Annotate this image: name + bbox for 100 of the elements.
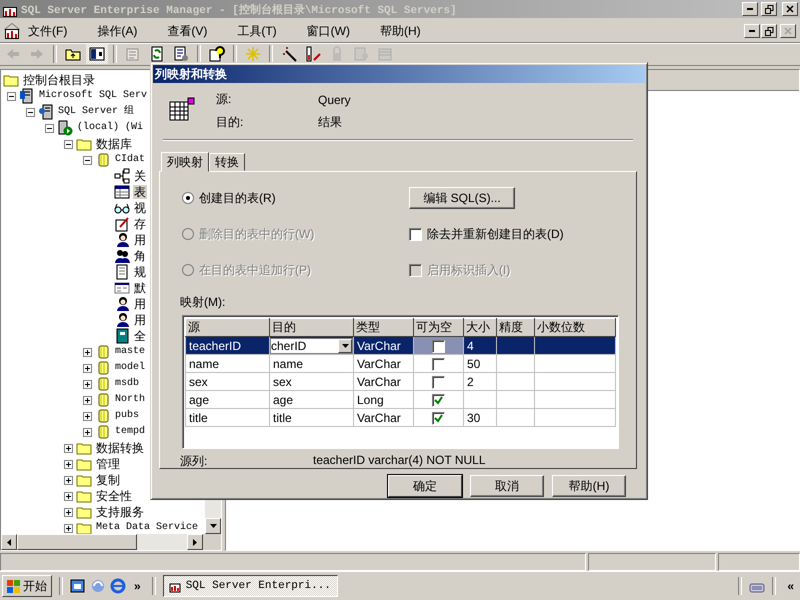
menu-item[interactable]: 查看(V) xyxy=(159,22,216,40)
expand-icon[interactable] xyxy=(64,476,72,484)
minimize-button[interactable] xyxy=(742,2,758,16)
menu-item[interactable]: 帮助(H) xyxy=(372,22,429,40)
expand-icon[interactable] xyxy=(82,428,92,436)
tab[interactable]: 转换 xyxy=(209,153,245,171)
source-column-label: 源列: xyxy=(180,454,208,468)
tree-item[interactable]: pubs xyxy=(114,409,140,423)
checkbox[interactable] xyxy=(432,394,445,407)
radio-button[interactable] xyxy=(182,192,194,204)
menu-item[interactable]: 文件(F) xyxy=(20,22,76,40)
expand-icon[interactable] xyxy=(82,396,92,404)
scrollbar[interactable] xyxy=(1,534,221,550)
source-label: 源: xyxy=(216,91,232,108)
tab[interactable]: 列映射 xyxy=(161,152,209,172)
toolbar-button[interactable] xyxy=(86,44,108,64)
dialog-button[interactable]: 取消 xyxy=(470,475,544,497)
restore-button[interactable] xyxy=(761,2,777,16)
column-header[interactable]: 类型 xyxy=(354,318,414,336)
checkbox[interactable] xyxy=(409,228,422,240)
expand-icon[interactable] xyxy=(64,524,72,532)
tree-item[interactable]: 角 xyxy=(133,249,147,263)
checkbox-label: 除去并重新创建目的表(D) xyxy=(427,226,564,242)
show-tree-icon xyxy=(89,46,105,62)
tree-item[interactable]: 用 xyxy=(133,313,147,327)
minimize-button[interactable] xyxy=(744,24,760,38)
menu-item[interactable]: 工具(T) xyxy=(229,22,285,40)
restore-button[interactable] xyxy=(761,24,777,38)
tree-item[interactable]: 安全性 xyxy=(95,489,133,503)
dialog-button[interactable]: 确定 xyxy=(388,475,462,497)
scroll-left-button[interactable] xyxy=(1,534,17,550)
mapping-label: 映射(M): xyxy=(180,295,226,309)
more-button[interactable]: » xyxy=(130,579,145,593)
tree-item[interactable]: 表 xyxy=(133,185,147,199)
scroll-thumb[interactable] xyxy=(17,534,137,550)
tree-item[interactable]: model xyxy=(114,361,146,375)
expand-icon[interactable] xyxy=(64,508,72,516)
tree-item[interactable]: 存 xyxy=(133,217,147,231)
expand-icon[interactable] xyxy=(82,364,92,372)
tree-item[interactable]: SQL Server 组 xyxy=(57,105,136,119)
form-icon xyxy=(114,280,130,296)
diagram-icon xyxy=(114,168,130,184)
collapse-icon[interactable] xyxy=(6,92,16,100)
column-header[interactable]: 大小 xyxy=(464,318,496,336)
checkbox[interactable] xyxy=(432,376,445,389)
column-header[interactable]: 小数位数 xyxy=(534,318,616,336)
tree-item[interactable]: 用 xyxy=(133,233,147,247)
tree-item[interactable]: CIdat xyxy=(114,153,146,167)
expand-icon[interactable] xyxy=(82,412,92,420)
tree-item[interactable]: Meta Data Service xyxy=(95,521,200,534)
checkbox[interactable] xyxy=(432,412,445,425)
column-header[interactable]: 精度 xyxy=(496,318,534,336)
tree-item[interactable]: 支持服务 xyxy=(95,505,145,519)
close-button[interactable] xyxy=(782,2,798,16)
menu-item[interactable]: 操作(A) xyxy=(89,22,146,40)
expand-icon[interactable] xyxy=(82,348,92,356)
tree-item[interactable]: 复制 xyxy=(95,473,121,487)
tree-item[interactable]: maste xyxy=(114,345,146,359)
collapse-icon[interactable] xyxy=(44,124,54,132)
column-header[interactable]: 可为空 xyxy=(414,318,464,336)
tree-item[interactable]: Microsoft SQL Serv xyxy=(38,89,148,103)
expand-icon[interactable] xyxy=(64,492,72,500)
checkbox[interactable] xyxy=(432,340,445,353)
target-dropdown[interactable]: cherID xyxy=(270,338,353,354)
tree-item[interactable]: 默 xyxy=(133,281,147,295)
menu-item[interactable]: 窗口(W) xyxy=(298,22,358,40)
tree-item[interactable]: North xyxy=(114,393,146,407)
expand-icon[interactable] xyxy=(82,380,92,388)
tree-item[interactable]: 全 xyxy=(133,329,147,343)
collapse-icon[interactable] xyxy=(64,140,72,148)
table-cell: title xyxy=(186,408,270,426)
start-button[interactable]: 开始 xyxy=(2,575,52,597)
edit-sql-button[interactable]: 编辑 SQL(S)... xyxy=(409,187,515,209)
tree-item[interactable]: 数据库 xyxy=(95,137,133,151)
table-cell: 50 xyxy=(464,354,496,372)
show-hidden-button[interactable]: « xyxy=(783,579,798,593)
tree-item[interactable]: 数据转换 xyxy=(95,441,145,455)
tree-item[interactable]: 管理 xyxy=(95,457,121,471)
expand-icon[interactable] xyxy=(64,460,72,468)
tree-item[interactable]: 用 xyxy=(133,297,147,311)
tree-item[interactable]: 关 xyxy=(133,169,147,183)
desktop-icon xyxy=(70,578,86,594)
checkbox[interactable] xyxy=(432,358,445,371)
collapse-icon[interactable] xyxy=(82,156,92,164)
taskbar-button[interactable]: SQL Server Enterpri... xyxy=(162,575,338,597)
dialog-button[interactable]: 帮助(H) xyxy=(552,475,626,497)
tree-item[interactable]: 控制台根目录 xyxy=(22,73,96,87)
collapse-icon[interactable] xyxy=(26,108,34,116)
tree-item[interactable]: tempd xyxy=(114,425,146,439)
document-icon xyxy=(114,264,130,280)
table-cell: Long xyxy=(354,390,414,408)
column-header[interactable]: 源 xyxy=(186,318,270,336)
tree-item[interactable]: msdb xyxy=(114,377,140,391)
scroll-right-button[interactable] xyxy=(187,534,203,550)
column-header[interactable]: 目的 xyxy=(270,318,354,336)
tree-item[interactable]: (local) (Wi xyxy=(76,121,144,135)
tree-item[interactable]: 视 xyxy=(133,201,147,215)
tree-item[interactable]: 规 xyxy=(133,265,147,279)
expand-icon[interactable] xyxy=(64,444,72,452)
scroll-down-button[interactable] xyxy=(205,518,221,534)
